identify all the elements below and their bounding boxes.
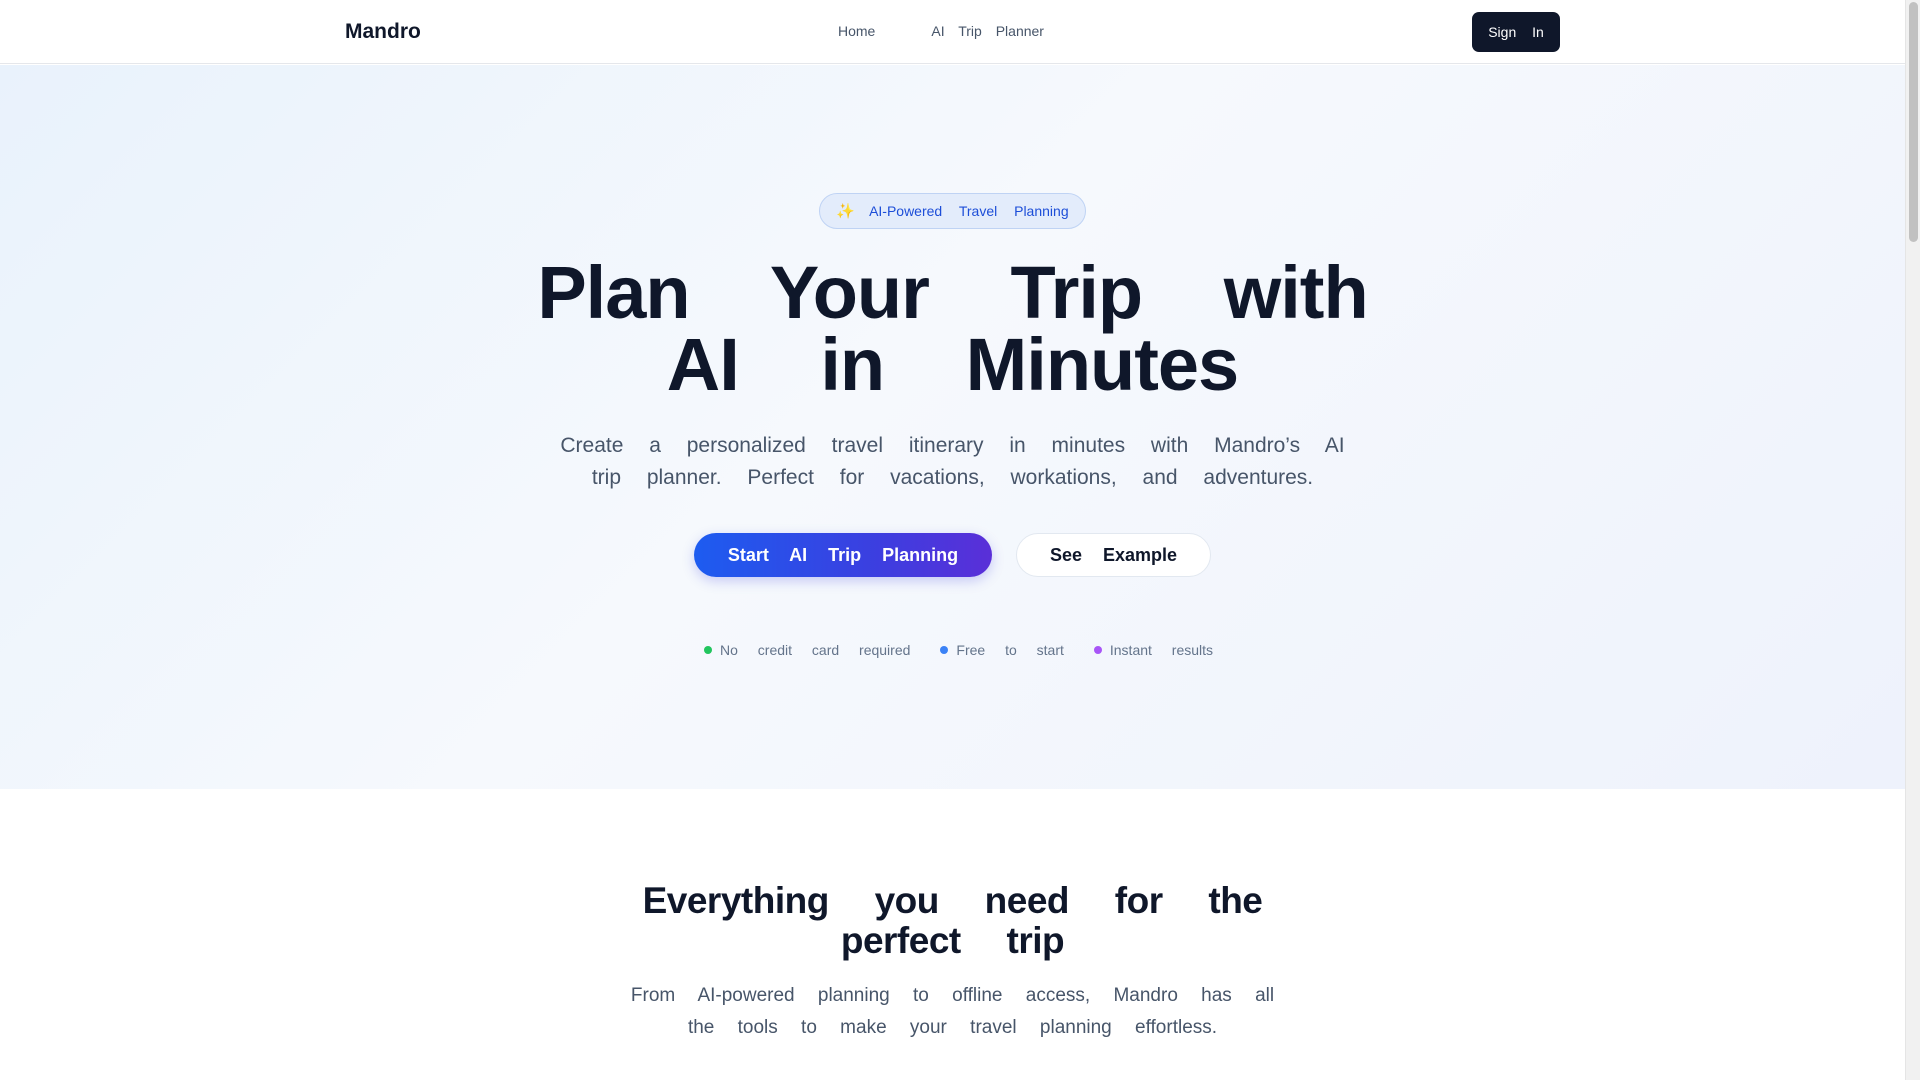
main-nav: Home AI Trip Planner	[838, 23, 1044, 39]
hero-section	[0, 65, 1905, 789]
logo[interactable]: Mandro	[345, 20, 421, 44]
green-dot-icon	[704, 646, 712, 654]
perk-label: Instant results	[1109, 642, 1214, 658]
nav-link-home[interactable]: Home	[838, 23, 875, 39]
perk-label: Free to start	[956, 642, 1064, 658]
perk-item: Free to start	[940, 642, 1064, 658]
page-content: Mandro Home AI Trip Planner Sign In ✨ AI…	[0, 0, 1905, 1080]
nav-link-ai-trip-planner[interactable]: AI Trip Planner	[931, 23, 1044, 39]
hero-subtitle: Create a personalized travel itinerary i…	[560, 434, 1345, 489]
blue-dot-icon	[940, 646, 949, 654]
see-example-button[interactable]: See Example	[1016, 533, 1211, 577]
hero-title: Plan Your Trip with AI in Minutes	[537, 251, 1368, 406]
site-header: Mandro Home AI Trip Planner Sign In	[0, 0, 1905, 64]
perk-item: Instant results	[1093, 642, 1214, 658]
features-subtitle: From AI-powered planning to offline acce…	[630, 985, 1275, 1038]
page: Mandro Home AI Trip Planner Sign In ✨ AI…	[0, 0, 1920, 1080]
perks-list: No credit card required Free to start In…	[704, 642, 1243, 658]
start-ai-trip-planning-button[interactable]: Start AI Trip Planning	[694, 533, 992, 577]
scrollbar-thumb[interactable]	[1909, 2, 1918, 242]
ai-powered-badge: ✨ AI-Powered Travel Planning	[819, 193, 1086, 229]
features-title: Everything you need for the perfect trip	[642, 880, 1263, 961]
vertical-scrollbar[interactable]	[1905, 0, 1920, 1080]
perk-item: No credit card required	[704, 642, 910, 658]
sparkles-icon: ✨	[836, 203, 856, 220]
perk-label: No credit card required	[720, 642, 911, 658]
sign-in-button[interactable]: Sign In	[1472, 12, 1560, 52]
purple-dot-icon	[1093, 646, 1102, 654]
badge-label: AI-Powered Travel Planning	[869, 203, 1069, 219]
